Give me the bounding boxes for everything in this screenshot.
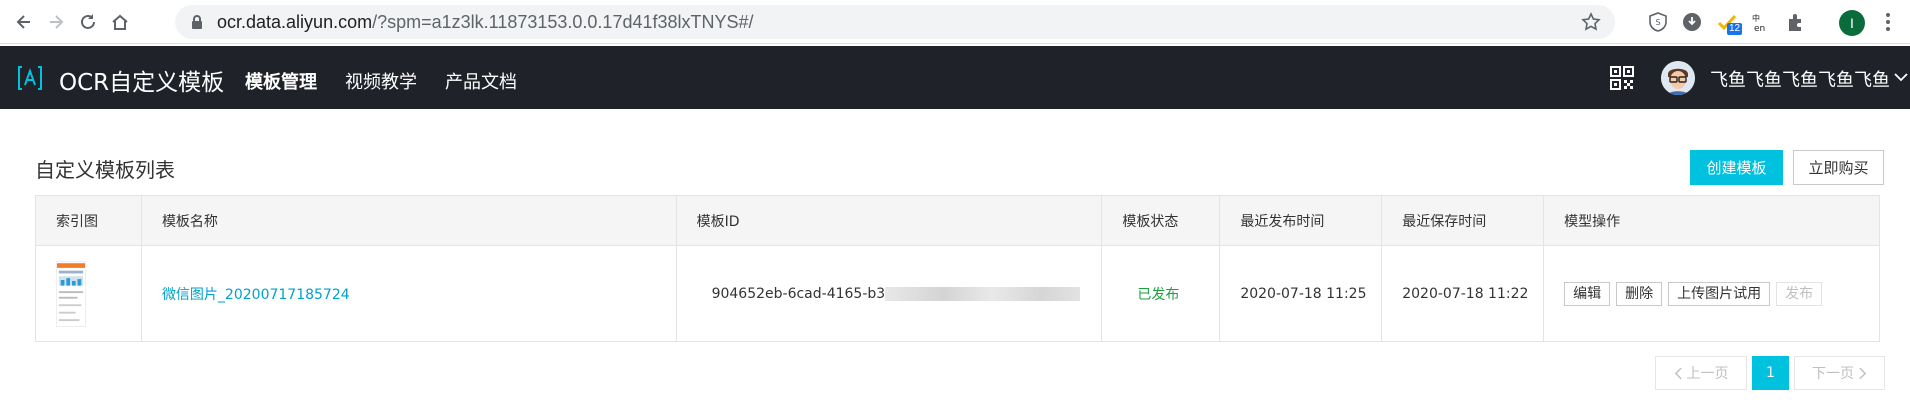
app-header: OCR自定义模板 模板管理 视频教学 产品文档 飞鱼飞鱼飞鱼飞鱼飞鱼 — [0, 46, 1910, 109]
reload-icon[interactable] — [76, 10, 100, 34]
buy-now-button[interactable]: 立即购买 — [1793, 150, 1884, 185]
prev-page-label: 上一页 — [1686, 366, 1729, 382]
thumbnail-cell — [35, 245, 142, 342]
status-cell: 已发布 — [1101, 245, 1221, 342]
page-title: 自定义模板列表 — [35, 158, 175, 182]
publish-button[interactable]: 发布 — [1776, 281, 1823, 306]
actions-cell: 编辑 删除 上传图片试用 发布 — [1543, 245, 1880, 342]
upload-try-button[interactable]: 上传图片试用 — [1668, 281, 1771, 306]
user-name[interactable]: 飞鱼飞鱼飞鱼飞鱼飞鱼 — [1710, 66, 1890, 92]
page-number-current[interactable]: 1 — [1752, 356, 1789, 390]
template-id: 904652eb-6cad-4165-b3 — [711, 285, 886, 302]
id-cell: 904652eb-6cad-4165-b3 — [675, 245, 1103, 342]
address-bar[interactable]: ocr.data.aliyun.com/?spm=a1z3lk.11873153… — [175, 5, 1615, 39]
column-header-published: 最近发布时间 — [1219, 195, 1383, 246]
template-thumbnail[interactable] — [56, 260, 86, 327]
delete-button[interactable]: 删除 — [1616, 281, 1663, 306]
svg-text:中: 中 — [1752, 13, 1760, 23]
lock-icon[interactable] — [189, 14, 205, 30]
app-brand[interactable]: OCR自定义模板 — [59, 63, 224, 97]
url-host: ocr.data.aliyun.com — [217, 12, 373, 32]
redacted-id-segment — [885, 286, 1081, 301]
name-cell: 微信图片_20200717185724 — [140, 245, 677, 342]
status-badge: 已发布 — [1137, 286, 1180, 303]
url-text[interactable]: ocr.data.aliyun.com/?spm=a1z3lk.11873153… — [217, 12, 754, 33]
template-table: 索引图 模板名称 模板ID 模板状态 最近发布时间 最近保存时间 模型操作 微信… — [35, 195, 1880, 342]
forward-icon[interactable] — [44, 10, 68, 34]
svg-text:en: en — [1754, 24, 1765, 33]
user-avatar[interactable] — [1661, 61, 1695, 95]
create-template-button[interactable]: 创建模板 — [1690, 150, 1783, 185]
column-header-name: 模板名称 — [140, 195, 677, 246]
logo-icon[interactable] — [16, 64, 44, 92]
svg-text:S: S — [1655, 18, 1660, 27]
next-page-button[interactable]: 下一页 — [1794, 356, 1885, 390]
star-icon[interactable] — [1581, 12, 1601, 32]
menu-icon[interactable] — [1885, 11, 1891, 33]
table-row: 微信图片_20200717185724 904652eb-6cad-4165-b… — [35, 245, 1880, 342]
published-cell: 2020-07-18 11:25 — [1219, 245, 1383, 342]
template-name-link[interactable]: 微信图片_20200717185724 — [162, 287, 350, 303]
column-header-saved: 最近保存时间 — [1381, 195, 1545, 246]
column-header-status: 模板状态 — [1101, 195, 1221, 246]
table-header-row: 索引图 模板名称 模板ID 模板状态 最近发布时间 最近保存时间 模型操作 — [35, 195, 1880, 246]
qr-code-icon[interactable] — [1610, 66, 1634, 90]
download-extension-icon[interactable] — [1681, 11, 1703, 33]
column-header-thumbnail: 索引图 — [35, 195, 142, 246]
column-header-id: 模板ID — [675, 195, 1103, 246]
edit-button[interactable]: 编辑 — [1564, 281, 1611, 306]
chevron-right-icon — [1859, 367, 1867, 379]
saved-cell: 2020-07-18 11:22 — [1381, 245, 1545, 342]
nav-template-management[interactable]: 模板管理 — [245, 68, 317, 94]
chevron-down-icon[interactable] — [1894, 72, 1908, 82]
puzzle-icon[interactable] — [1785, 11, 1807, 33]
prev-page-button[interactable]: 上一页 — [1655, 356, 1747, 390]
translate-extension-icon[interactable]: 中 en — [1750, 11, 1772, 33]
browser-toolbar: ocr.data.aliyun.com/?spm=a1z3lk.11873153… — [0, 0, 1910, 44]
url-path: /?spm=a1z3lk.11873153.0.0.17d41f38lxTNYS… — [372, 12, 754, 32]
extension-badge: 12 — [1727, 23, 1743, 35]
home-icon[interactable] — [108, 10, 132, 34]
nav-product-docs[interactable]: 产品文档 — [445, 68, 517, 94]
shield-extension-icon[interactable]: S — [1647, 11, 1669, 33]
back-icon[interactable] — [12, 10, 36, 34]
nav-video-tutorial[interactable]: 视频教学 — [345, 68, 417, 94]
chevron-left-icon — [1674, 367, 1682, 379]
profile-avatar[interactable]: I — [1839, 10, 1865, 36]
column-header-actions: 模型操作 — [1543, 195, 1880, 246]
next-page-label: 下一页 — [1812, 366, 1854, 382]
